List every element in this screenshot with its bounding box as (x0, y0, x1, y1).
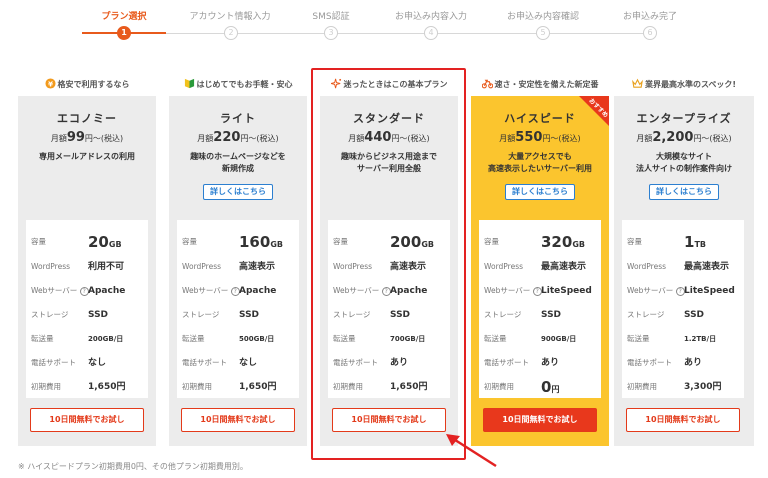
plan-card-highspeed: 速さ・安定性を備えた新定番 おすすめ ハイスピード 月額550円～(税込) 大量… (471, 74, 609, 446)
annotation-arrow-icon (446, 434, 497, 468)
plan-specs: 容量 320GB WordPress 最高速表示 Webサーバー ? LiteSpee… (479, 220, 601, 398)
plan-specs: 容量 1TB WordPress 最高速表示 Webサーバー ? LiteSpeed … (622, 220, 744, 398)
spec-capacity: 容量 160GB (182, 233, 283, 251)
spec-transfer: 転送量 500GB/日 (182, 334, 275, 343)
spec-capacity: 容量 20GB (31, 233, 122, 251)
plan-headline: はじめてでもお手軽・安心 (169, 74, 307, 96)
svg-text:¥: ¥ (47, 79, 53, 88)
stepper-line (124, 33, 650, 34)
plan-card-light: はじめてでもお手軽・安心 ライト 月額220円～(税込) 趣味のホームページなど… (169, 74, 307, 446)
spec-storage: ストレージ SSD (484, 310, 562, 320)
spec-storage: ストレージ SSD (182, 310, 260, 320)
progress-stepper: プラン選択 1 アカウント情報入力 2 SMS認証 3 お申込み内容入力 4 お… (0, 0, 768, 50)
plan-price: 月額99円～(税込) (50, 130, 124, 145)
trial-button-economy[interactable]: 10日間無料でお試し (30, 408, 144, 432)
step-dot-1: 1 (117, 26, 131, 40)
step-label-complete: お申込み完了 (622, 12, 677, 22)
spec-storage: ストレージ SSD (627, 310, 705, 320)
plan-headline: 速さ・安定性を備えた新定番 (471, 74, 609, 96)
step-label-input: お申込み内容入力 (394, 12, 467, 22)
plan-specs: 容量 160GB WordPress 高速表示 Webサーバー ? Apache スト… (177, 220, 299, 398)
footnote: ※ ハイスピードプラン初期費用0円、その他プラン初期費用別。 (18, 462, 248, 471)
plan-card-enterprise: 業界最高水準のスペック! エンタープライズ 月額2,200円～(税込) 大規模な… (614, 74, 754, 446)
spec-wordpress: WordPress 最高速表示 (627, 262, 730, 272)
plan-specs: 容量 20GB WordPress 利用不可 Webサーバー ? Apache ストレ… (26, 220, 148, 398)
spec-phone: 電話サポート あり (484, 358, 560, 368)
highlight-frame (311, 68, 466, 460)
spec-phone: 電話サポート なし (182, 358, 258, 368)
spec-phone: 電話サポート なし (31, 358, 107, 368)
plan-card-economy: ¥ 格安で利用するなら エコノミー 月額99円～(税込) 専用メールアドレスの利用… (18, 74, 156, 446)
plan-description: 趣味のホームページなどを 新規作成 (190, 152, 286, 173)
plan-description: 大量アクセスでも 高速表示したいサーバー利用 (488, 152, 592, 173)
spec-transfer: 転送量 200GB/日 (31, 334, 124, 343)
step-dot-3: 3 (324, 26, 338, 40)
step-dot-4: 4 (424, 26, 438, 40)
plan-price: 月額550円～(税込) (499, 130, 581, 145)
step-label-sms: SMS認証 (312, 12, 350, 22)
motorcycle-icon (481, 79, 493, 89)
trial-button-light[interactable]: 10日間無料でお試し (181, 408, 295, 432)
spec-webserver: Webサーバー ? Apache (31, 286, 126, 296)
spec-webserver: Webサーバー ? LiteSpeed (627, 286, 735, 296)
spec-wordpress: WordPress 最高速表示 (484, 262, 587, 272)
spec-webserver: Webサーバー ? Apache (182, 286, 277, 296)
detail-button-highspeed[interactable]: 詳しくはこちら (505, 184, 575, 200)
detail-button-light[interactable]: 詳しくはこちら (203, 184, 273, 200)
spec-capacity: 容量 320GB (484, 233, 585, 251)
detail-button-enterprise[interactable]: 詳しくはこちら (649, 184, 719, 200)
step-label-account: アカウント情報入力 (189, 12, 271, 22)
spec-transfer: 転送量 900GB/日 (484, 334, 577, 343)
beginner-mark-icon (184, 78, 194, 89)
spec-wordpress: WordPress 利用不可 (31, 262, 125, 272)
step-label-confirm: お申込み内容確認 (506, 12, 579, 22)
spec-webserver: Webサーバー ? LiteSpeed (484, 286, 592, 296)
yen-coin-icon: ¥ (44, 78, 56, 89)
spec-setup: 初期費用 0円 (484, 378, 560, 396)
plan-headline: ¥ 格安で利用するなら (18, 74, 156, 96)
spec-setup: 初期費用 1,650円 (31, 382, 126, 392)
spec-setup: 初期費用 3,300円 (627, 382, 722, 392)
plan-description: 大規模なサイト 法人サイトの制作案件向け (636, 152, 732, 173)
plan-headline: 業界最高水準のスペック! (614, 74, 754, 96)
spec-transfer: 転送量 1.2TB/日 (627, 334, 717, 343)
spec-setup: 初期費用 1,650円 (182, 382, 277, 392)
plan-name: ライト (220, 112, 256, 125)
plan-name: ハイスピード (504, 112, 576, 125)
spec-wordpress: WordPress 高速表示 (182, 262, 276, 272)
plan-name: エンタープライズ (636, 112, 732, 125)
plan-price: 月額220円～(税込) (197, 130, 279, 145)
plan-description: 専用メールアドレスの利用 (39, 152, 135, 161)
step-dot-2: 2 (224, 26, 238, 40)
spec-capacity: 容量 1TB (627, 233, 706, 251)
step-dot-6: 6 (643, 26, 657, 40)
trial-button-highspeed[interactable]: 10日間無料でお試し (483, 408, 597, 432)
spec-phone: 電話サポート あり (627, 358, 703, 368)
crown-icon (631, 78, 643, 88)
plan-name: エコノミー (57, 112, 117, 125)
spec-storage: ストレージ SSD (31, 310, 109, 320)
step-label-plan: プラン選択 (101, 12, 147, 22)
plan-price: 月額2,200円～(税込) (636, 130, 732, 145)
trial-button-enterprise[interactable]: 10日間無料でお試し (626, 408, 740, 432)
step-dot-5: 5 (536, 26, 550, 40)
